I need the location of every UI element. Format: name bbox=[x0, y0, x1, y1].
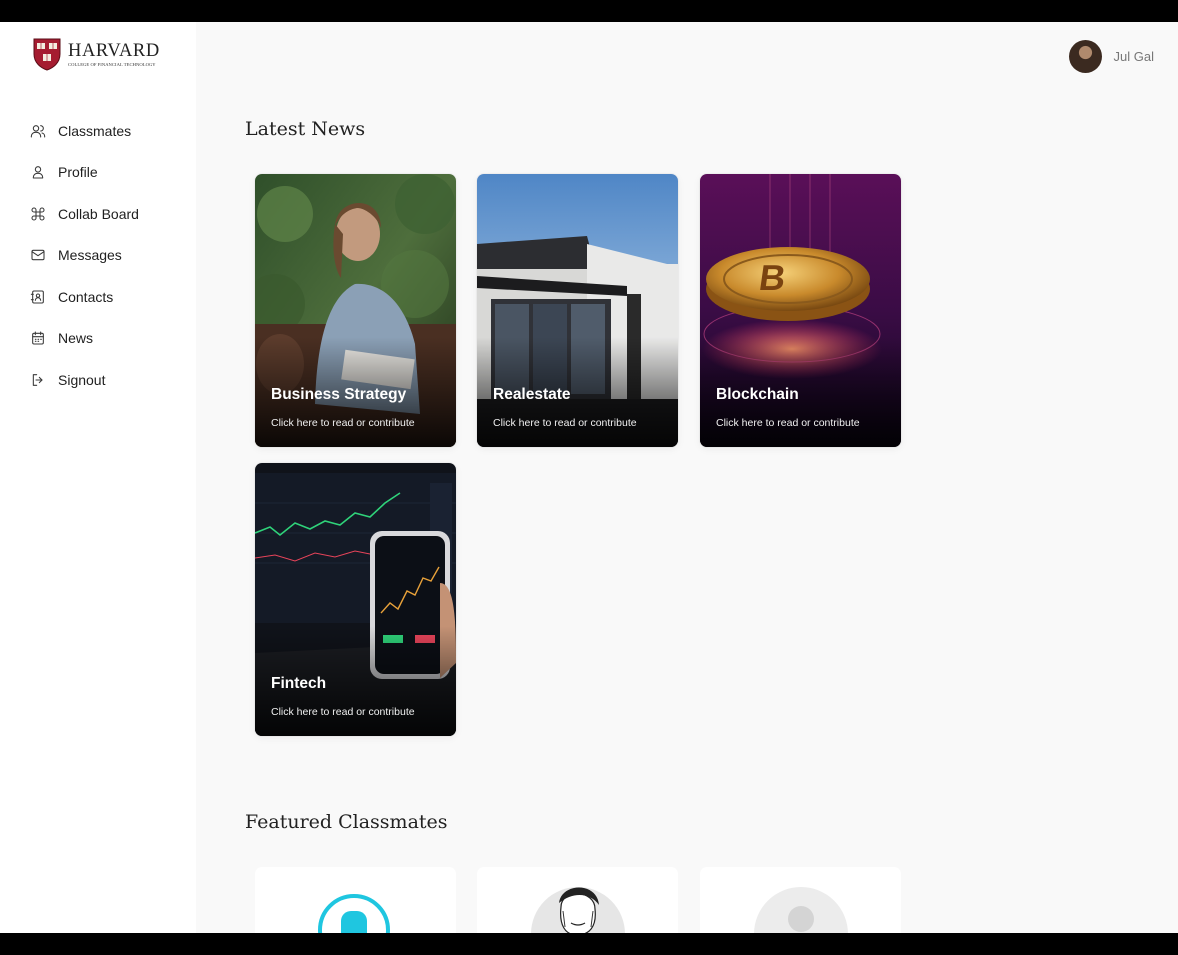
sidebar-item-messages[interactable]: Messages bbox=[0, 235, 196, 277]
user-icon bbox=[32, 166, 44, 179]
sidebar-item-collab-board[interactable]: Collab Board bbox=[0, 193, 196, 235]
card-subtitle: Click here to read or contribute bbox=[271, 706, 415, 718]
classmate-card[interactable] bbox=[255, 867, 456, 933]
avatar[interactable] bbox=[1068, 40, 1102, 73]
card-title: Blockchain bbox=[716, 386, 799, 403]
sidebar-item-signout[interactable]: Signout bbox=[0, 359, 196, 401]
classmate-card[interactable] bbox=[700, 867, 901, 933]
card-subtitle: Click here to read or contribute bbox=[271, 417, 415, 429]
news-card-business-strategy[interactable]: Business Strategy Click here to read or … bbox=[255, 174, 456, 447]
card-subtitle: Click here to read or contribute bbox=[493, 417, 637, 429]
sidebar-item-label: Contacts bbox=[58, 288, 114, 305]
user-name: Jul Gal bbox=[1113, 49, 1154, 64]
logo-subtitle: COLLEGE OF FINANCIAL TECHNOLOGY bbox=[68, 62, 156, 67]
mail-icon bbox=[31, 250, 45, 261]
classmate-avatar bbox=[754, 887, 848, 933]
sidebar: HARVARD COLLEGE OF FINANCIAL TECHNOLOGY … bbox=[0, 22, 196, 933]
sidebar-item-profile[interactable]: Profile bbox=[0, 152, 196, 194]
signout-icon bbox=[32, 373, 43, 386]
card-title: Realestate bbox=[493, 386, 571, 403]
news-card-fintech[interactable]: Fintech Click here to read or contribute bbox=[255, 463, 456, 736]
classmate-card[interactable] bbox=[477, 867, 678, 933]
card-subtitle: Click here to read or contribute bbox=[716, 417, 860, 429]
command-icon bbox=[31, 207, 45, 221]
featured-classmates-heading: Featured Classmates bbox=[245, 811, 448, 833]
card-title: Fintech bbox=[271, 675, 327, 692]
sidebar-item-classmates[interactable]: Classmates bbox=[0, 110, 196, 152]
calendar-icon bbox=[32, 331, 44, 345]
classmate-avatar bbox=[318, 894, 390, 933]
users-icon bbox=[30, 124, 46, 138]
shield-icon bbox=[33, 38, 61, 71]
sidebar-item-label: Classmates bbox=[58, 122, 132, 139]
sidebar-item-label: Profile bbox=[58, 164, 98, 181]
sidebar-item-contacts[interactable]: Contacts bbox=[0, 276, 196, 318]
sidebar-item-news[interactable]: News bbox=[0, 318, 196, 360]
card-title: Business Strategy bbox=[271, 386, 407, 403]
logo-name: HARVARD bbox=[68, 41, 160, 61]
app-window: HARVARD COLLEGE OF FINANCIAL TECHNOLOGY … bbox=[0, 22, 1178, 933]
sidebar-item-label: Messages bbox=[58, 247, 122, 264]
news-card-realestate[interactable]: Realestate Click here to read or contrib… bbox=[477, 174, 678, 447]
news-card-blockchain[interactable]: B Blockchain Click here to read or contr… bbox=[700, 174, 901, 447]
contact-book-icon bbox=[30, 290, 44, 304]
sidebar-item-label: Signout bbox=[58, 371, 106, 388]
logo[interactable]: HARVARD COLLEGE OF FINANCIAL TECHNOLOGY bbox=[33, 38, 160, 71]
sidebar-nav: Classmates Profile Collab Board Messages… bbox=[0, 110, 196, 401]
sidebar-item-label: News bbox=[58, 330, 94, 347]
classmate-avatar bbox=[531, 887, 625, 933]
sidebar-item-label: Collab Board bbox=[58, 205, 139, 222]
latest-news-heading: Latest News bbox=[245, 118, 366, 140]
user-menu[interactable]: Jul Gal bbox=[1068, 40, 1154, 73]
